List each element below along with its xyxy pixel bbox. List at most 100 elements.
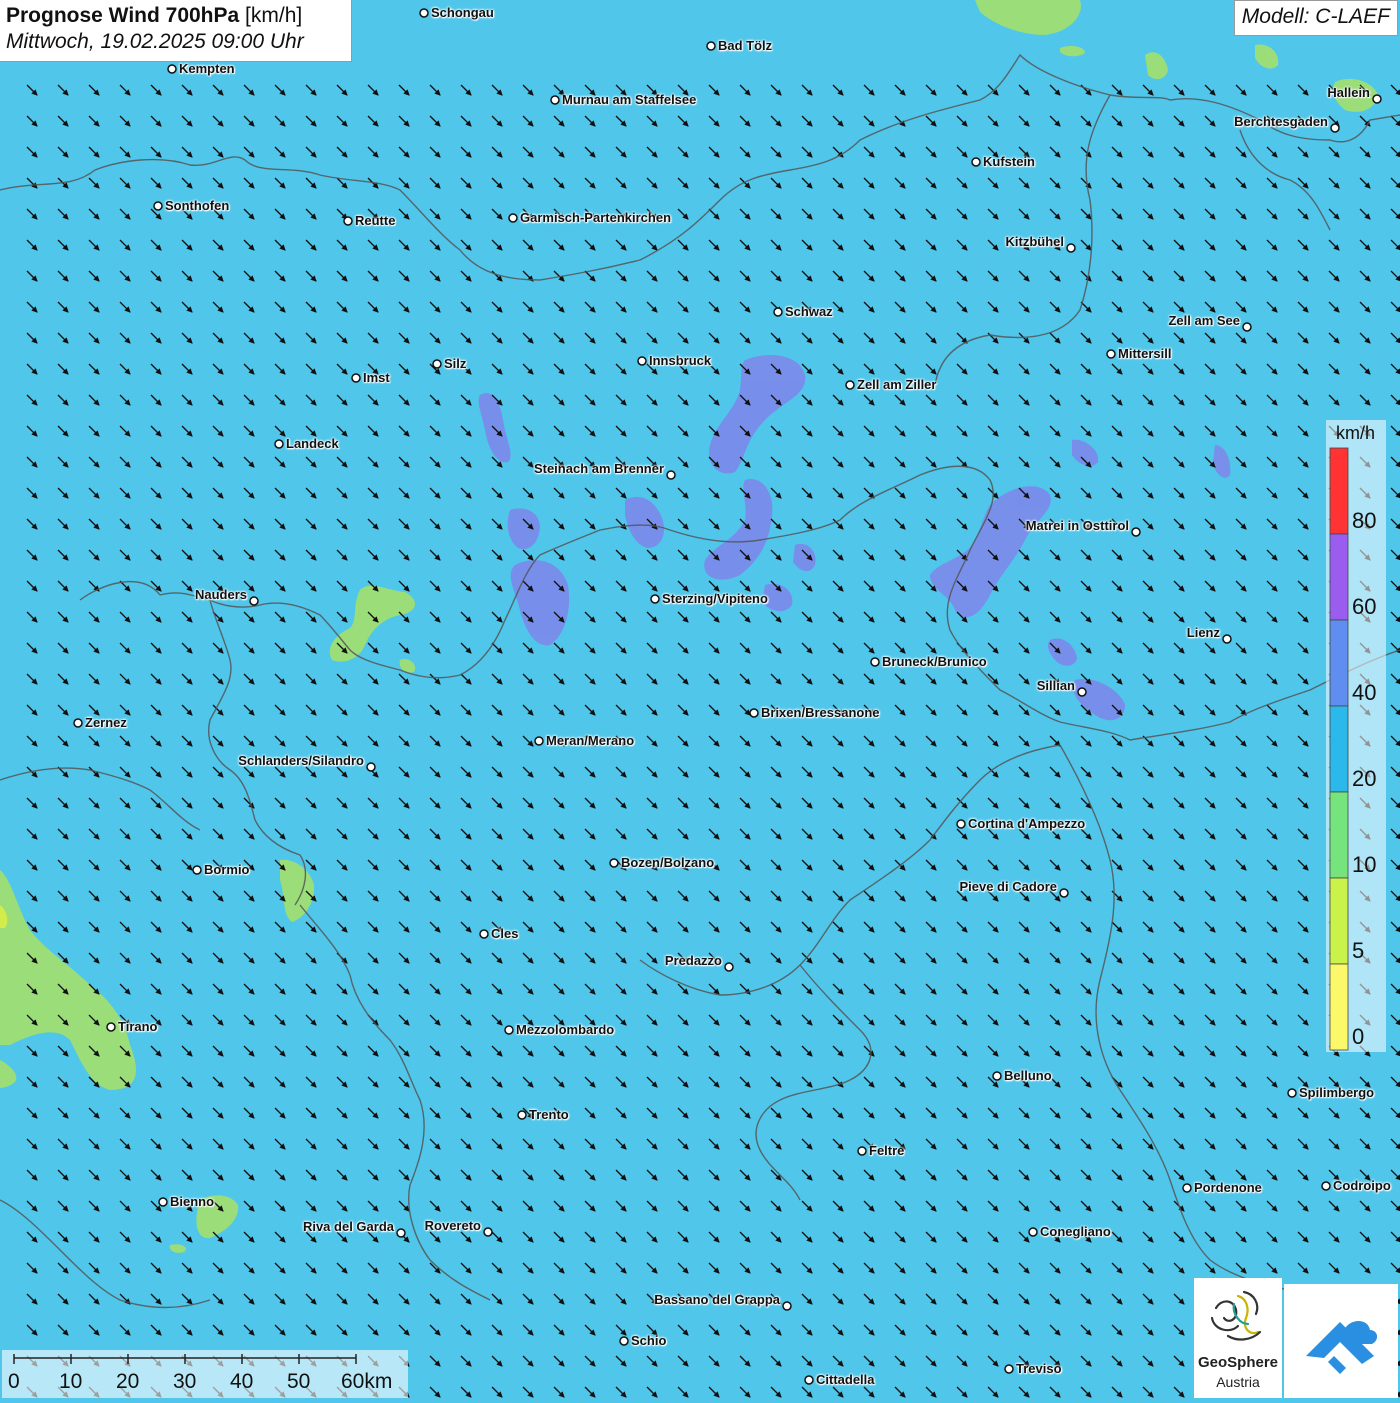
legend-label-40: 40 [1352,680,1377,705]
city-label: Lienz [1186,625,1220,640]
city-label: Tirano [118,1019,158,1034]
city-marker [504,1025,514,1035]
geosphere-logo-icon [1210,1290,1262,1341]
city-label: Mittersill [1118,346,1172,361]
city-label: Schongau [431,5,494,20]
city-label: Berchtesgaden [1234,114,1328,129]
city-label: Meran/Merano [546,733,635,748]
city-label: Bad Tölz [718,38,773,53]
city-marker [619,1336,629,1346]
city-label: Riva del Garda [302,1219,394,1234]
city-label: Murnau am Staffelsee [562,92,697,107]
wind-app-logo[interactable] [1284,1284,1398,1398]
city-label: Reutte [355,213,396,228]
title-unit: [km/h] [245,4,303,27]
city-marker [773,307,783,317]
legend-label-0: 0 [1352,1024,1365,1049]
city-label: Cles [491,926,519,941]
city-label: Bassano del Grappa [654,1292,780,1307]
city-label: Conegliano [1040,1224,1111,1239]
title-main: Prognose Wind 700hPa [6,4,240,27]
city-marker [366,762,376,772]
city-marker [845,380,855,390]
city-label: Bormio [204,862,250,877]
city-marker [550,95,560,105]
city-label: Sonthofen [165,198,230,213]
city-marker [1059,888,1069,898]
legend-swatch-5 [1329,877,1349,965]
scale-bar: 0 10 20 30 40 50 60km [2,1350,408,1398]
legend-label-5: 5 [1352,938,1365,963]
legend-swatch-10 [1329,791,1349,879]
city-marker [192,865,202,875]
city-label: Cittadella [816,1372,875,1387]
legend-label-20: 20 [1352,766,1377,791]
city-label: Predazzo [664,953,722,968]
city-marker [804,1375,814,1385]
city-marker [73,718,83,728]
city-marker [534,736,544,746]
city-marker [167,64,177,74]
city-marker [1182,1183,1192,1193]
forecast-datetime: Mittwoch, 19.02.2025 09:00 Uhr [6,30,304,53]
city-marker [432,359,442,369]
city-marker [158,1197,168,1207]
city-label: Hallein [1327,85,1370,100]
scale-label-50: 50 [287,1370,311,1393]
city-marker [666,470,676,480]
legend-swatch-40 [1329,619,1349,707]
city-label: Trento [529,1107,569,1122]
city-marker [1077,687,1087,697]
city-label: Steinach am Brenner [533,461,664,476]
city-marker [1330,123,1340,133]
city-marker [106,1022,116,1032]
city-marker [343,216,353,226]
geosphere-logo[interactable]: GeoSphere Austria [1194,1278,1282,1398]
scale-label-30: 30 [173,1370,197,1393]
city-label: Treviso [1016,1361,1062,1376]
city-marker [153,201,163,211]
city-marker [782,1301,792,1311]
city-marker [609,858,619,868]
scale-label-60km: 60km [341,1370,393,1393]
city-label: Sillian [1036,678,1075,693]
wind-app-logo-icon [1306,1321,1378,1374]
geosphere-country: Austria [1216,1374,1260,1390]
city-marker [419,8,429,18]
city-marker [249,596,259,606]
city-marker [857,1146,867,1156]
city-marker [274,439,284,449]
city-marker [724,962,734,972]
city-label: Nauders [194,587,247,602]
scale-label-40: 40 [230,1370,254,1393]
legend-swatch-20 [1329,705,1349,793]
city-label: Kufstein [983,154,1035,169]
city-label: Schlanders/Silandro [238,753,364,768]
city-label: Cortina d'Ampezzo [968,816,1086,831]
city-marker [1222,634,1232,644]
color-legend: km/h 80 60 40 20 10 5 0 [1326,420,1386,1052]
city-marker [956,819,966,829]
city-label: Imst [363,370,390,385]
city-label: Pieve di Cadore [959,879,1057,894]
city-label: Kitzbühel [1005,234,1065,249]
city-label: Silz [444,356,467,371]
city-label: Bruneck/Brunico [882,654,987,669]
legend-label-10: 10 [1352,852,1377,877]
city-marker [1321,1181,1331,1191]
city-marker [1242,322,1252,332]
city-marker [992,1071,1002,1081]
city-marker [1106,349,1116,359]
city-label: Bienno [170,1194,215,1209]
city-marker [1372,94,1382,104]
legend-swatch-0 [1329,963,1349,1051]
city-label: Matrei in Osttirol [1025,518,1129,533]
model-label: Modell: C-LAEF [1233,0,1398,36]
city-label: Codroipo [1333,1178,1391,1193]
city-marker [508,213,518,223]
city-label: Pordenone [1194,1180,1262,1195]
city-marker [1131,527,1141,537]
city-label: Zernez [85,715,127,730]
city-marker [971,157,981,167]
city-marker [650,594,660,604]
